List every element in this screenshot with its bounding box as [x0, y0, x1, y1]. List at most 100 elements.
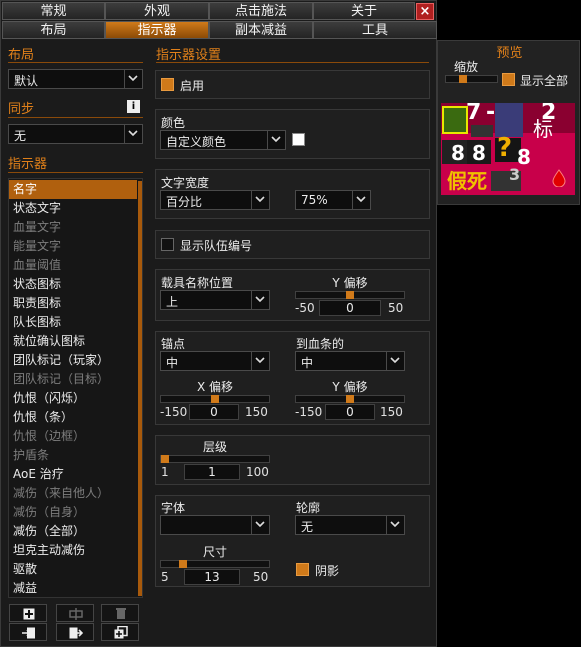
outline-dropdown[interactable]: 无 [295, 515, 405, 535]
x-offset-slider[interactable] [160, 395, 270, 403]
chevron-down-icon [124, 70, 142, 88]
tab-about[interactable]: 关于 [313, 2, 415, 20]
list-item[interactable]: 队长图标 [9, 313, 137, 332]
relative-label: 到血条的 [296, 337, 345, 351]
tab-general[interactable]: 常规 [2, 2, 105, 20]
sync-divider [8, 117, 143, 118]
preview-text: - [486, 103, 496, 125]
show-group-checkbox[interactable] [161, 238, 174, 251]
chevron-down-icon [251, 191, 269, 209]
layout-dropdown[interactable]: 默认 [8, 69, 143, 89]
text-width-label: 文字宽度 [161, 176, 210, 190]
x-offset-input[interactable]: 0 [189, 404, 239, 420]
list-scrollbar[interactable] [138, 181, 142, 596]
list-item[interactable]: 能量文字 [9, 237, 137, 256]
tab-raid-debuffs[interactable]: 副本减益 [209, 21, 313, 39]
show-all-checkbox[interactable] [502, 73, 515, 86]
options-window: 常规 外观 点击施法 关于 × 布局 指示器 副本减益 工具 布局 默认 同步 … [0, 0, 437, 647]
list-item-name[interactable]: 名字 [9, 180, 137, 199]
size-input[interactable]: 13 [184, 569, 240, 585]
font-label: 字体 [161, 501, 186, 515]
list-item[interactable]: 状态文字 [9, 199, 137, 218]
list-item[interactable]: 血量文字 [9, 218, 137, 237]
size-slider[interactable] [160, 560, 270, 568]
layout-value: 默认 [14, 74, 39, 88]
level-min: 1 [161, 465, 169, 479]
text-width-value: 百分比 [166, 195, 203, 209]
slider-thumb[interactable] [211, 395, 219, 403]
debuff-icon [471, 125, 493, 137]
list-item[interactable]: 减伤（来自他人） [9, 484, 137, 503]
list-item[interactable]: 驱散 [9, 560, 137, 579]
tab-tools[interactable]: 工具 [313, 21, 437, 39]
rename-icon [69, 608, 83, 620]
slider-thumb[interactable] [346, 395, 354, 403]
list-item[interactable]: 仇恨（边框） [9, 427, 137, 446]
list-item[interactable]: AoE 治疗 [9, 465, 137, 484]
vehicle-y-slider[interactable] [295, 291, 405, 299]
relative-dropdown[interactable]: 中 [295, 351, 405, 371]
list-item[interactable]: 仇恨（条） [9, 408, 137, 427]
color-value: 自定义颜色 [166, 135, 227, 149]
sync-dropdown[interactable]: 无 [8, 124, 143, 144]
anchor-dropdown[interactable]: 中 [160, 351, 270, 371]
close-button[interactable]: × [416, 3, 434, 20]
vehicle-dropdown[interactable]: 上 [160, 290, 270, 310]
color-swatch[interactable] [292, 133, 305, 146]
anchor-value: 中 [166, 356, 179, 370]
tab-appearance[interactable]: 外观 [105, 2, 209, 20]
tab-indicators[interactable]: 指示器 [105, 21, 209, 39]
anchor-label: 锚点 [161, 337, 186, 351]
level-input[interactable]: 1 [184, 464, 240, 480]
show-group-label: 显示队伍编号 [180, 239, 253, 253]
blood-drop-icon [552, 169, 566, 188]
delete-button[interactable] [101, 604, 139, 622]
add-button[interactable] [9, 604, 47, 622]
sync-value: 无 [14, 129, 27, 143]
tab-click-casting[interactable]: 点击施法 [209, 2, 313, 20]
list-item[interactable]: 减伤（全部） [9, 522, 137, 541]
list-item[interactable]: 就位确认图标 [9, 332, 137, 351]
rename-button[interactable] [56, 604, 94, 622]
y-offset-input[interactable]: 0 [325, 404, 375, 420]
list-item[interactable]: 团队标记（玩家） [9, 351, 137, 370]
slider-thumb[interactable] [346, 291, 354, 299]
text-width-dropdown[interactable]: 百分比 [160, 190, 270, 210]
export-icon [69, 627, 83, 639]
x-offset-label: X 偏移 [196, 380, 234, 394]
info-icon[interactable]: i [127, 100, 140, 113]
color-dropdown[interactable]: 自定义颜色 [160, 130, 286, 150]
font-dropdown[interactable] [160, 515, 270, 535]
level-slider[interactable] [160, 455, 270, 463]
enable-checkbox[interactable] [161, 78, 174, 91]
text-width-percent-dropdown[interactable]: 75% [295, 190, 371, 210]
list-item[interactable]: 减益 [9, 579, 137, 598]
import-icon [22, 627, 35, 639]
tab-layout[interactable]: 布局 [2, 21, 105, 39]
scale-slider[interactable] [445, 75, 498, 83]
slider-thumb[interactable] [161, 455, 169, 463]
vehicle-y-input[interactable]: 0 [319, 300, 381, 316]
slider-thumb[interactable] [179, 560, 187, 568]
outline-value: 无 [301, 520, 314, 534]
list-item[interactable]: 状态图标 [9, 275, 137, 294]
close-icon: × [419, 4, 431, 19]
chevron-down-icon [251, 352, 269, 370]
list-item[interactable]: 护盾条 [9, 446, 137, 465]
list-item[interactable]: 仇恨（闪烁） [9, 389, 137, 408]
export-button[interactable] [56, 623, 94, 641]
list-item[interactable]: 坦克主动减伤 [9, 541, 137, 560]
list-item[interactable]: 团队标记（目标） [9, 370, 137, 389]
preview-text: ? [497, 133, 513, 163]
outline-label: 轮廓 [296, 501, 321, 515]
slider-thumb[interactable] [459, 75, 467, 83]
y-offset-slider[interactable] [295, 395, 405, 403]
shadow-checkbox[interactable] [296, 563, 309, 576]
preview-text: 8 [472, 141, 486, 165]
list-item[interactable]: 职责图标 [9, 294, 137, 313]
import-button[interactable] [9, 623, 47, 641]
relative-value: 中 [301, 356, 314, 370]
list-item[interactable]: 减伤（自身） [9, 503, 137, 522]
copy-button[interactable] [101, 623, 139, 641]
list-item[interactable]: 血量阈值 [9, 256, 137, 275]
